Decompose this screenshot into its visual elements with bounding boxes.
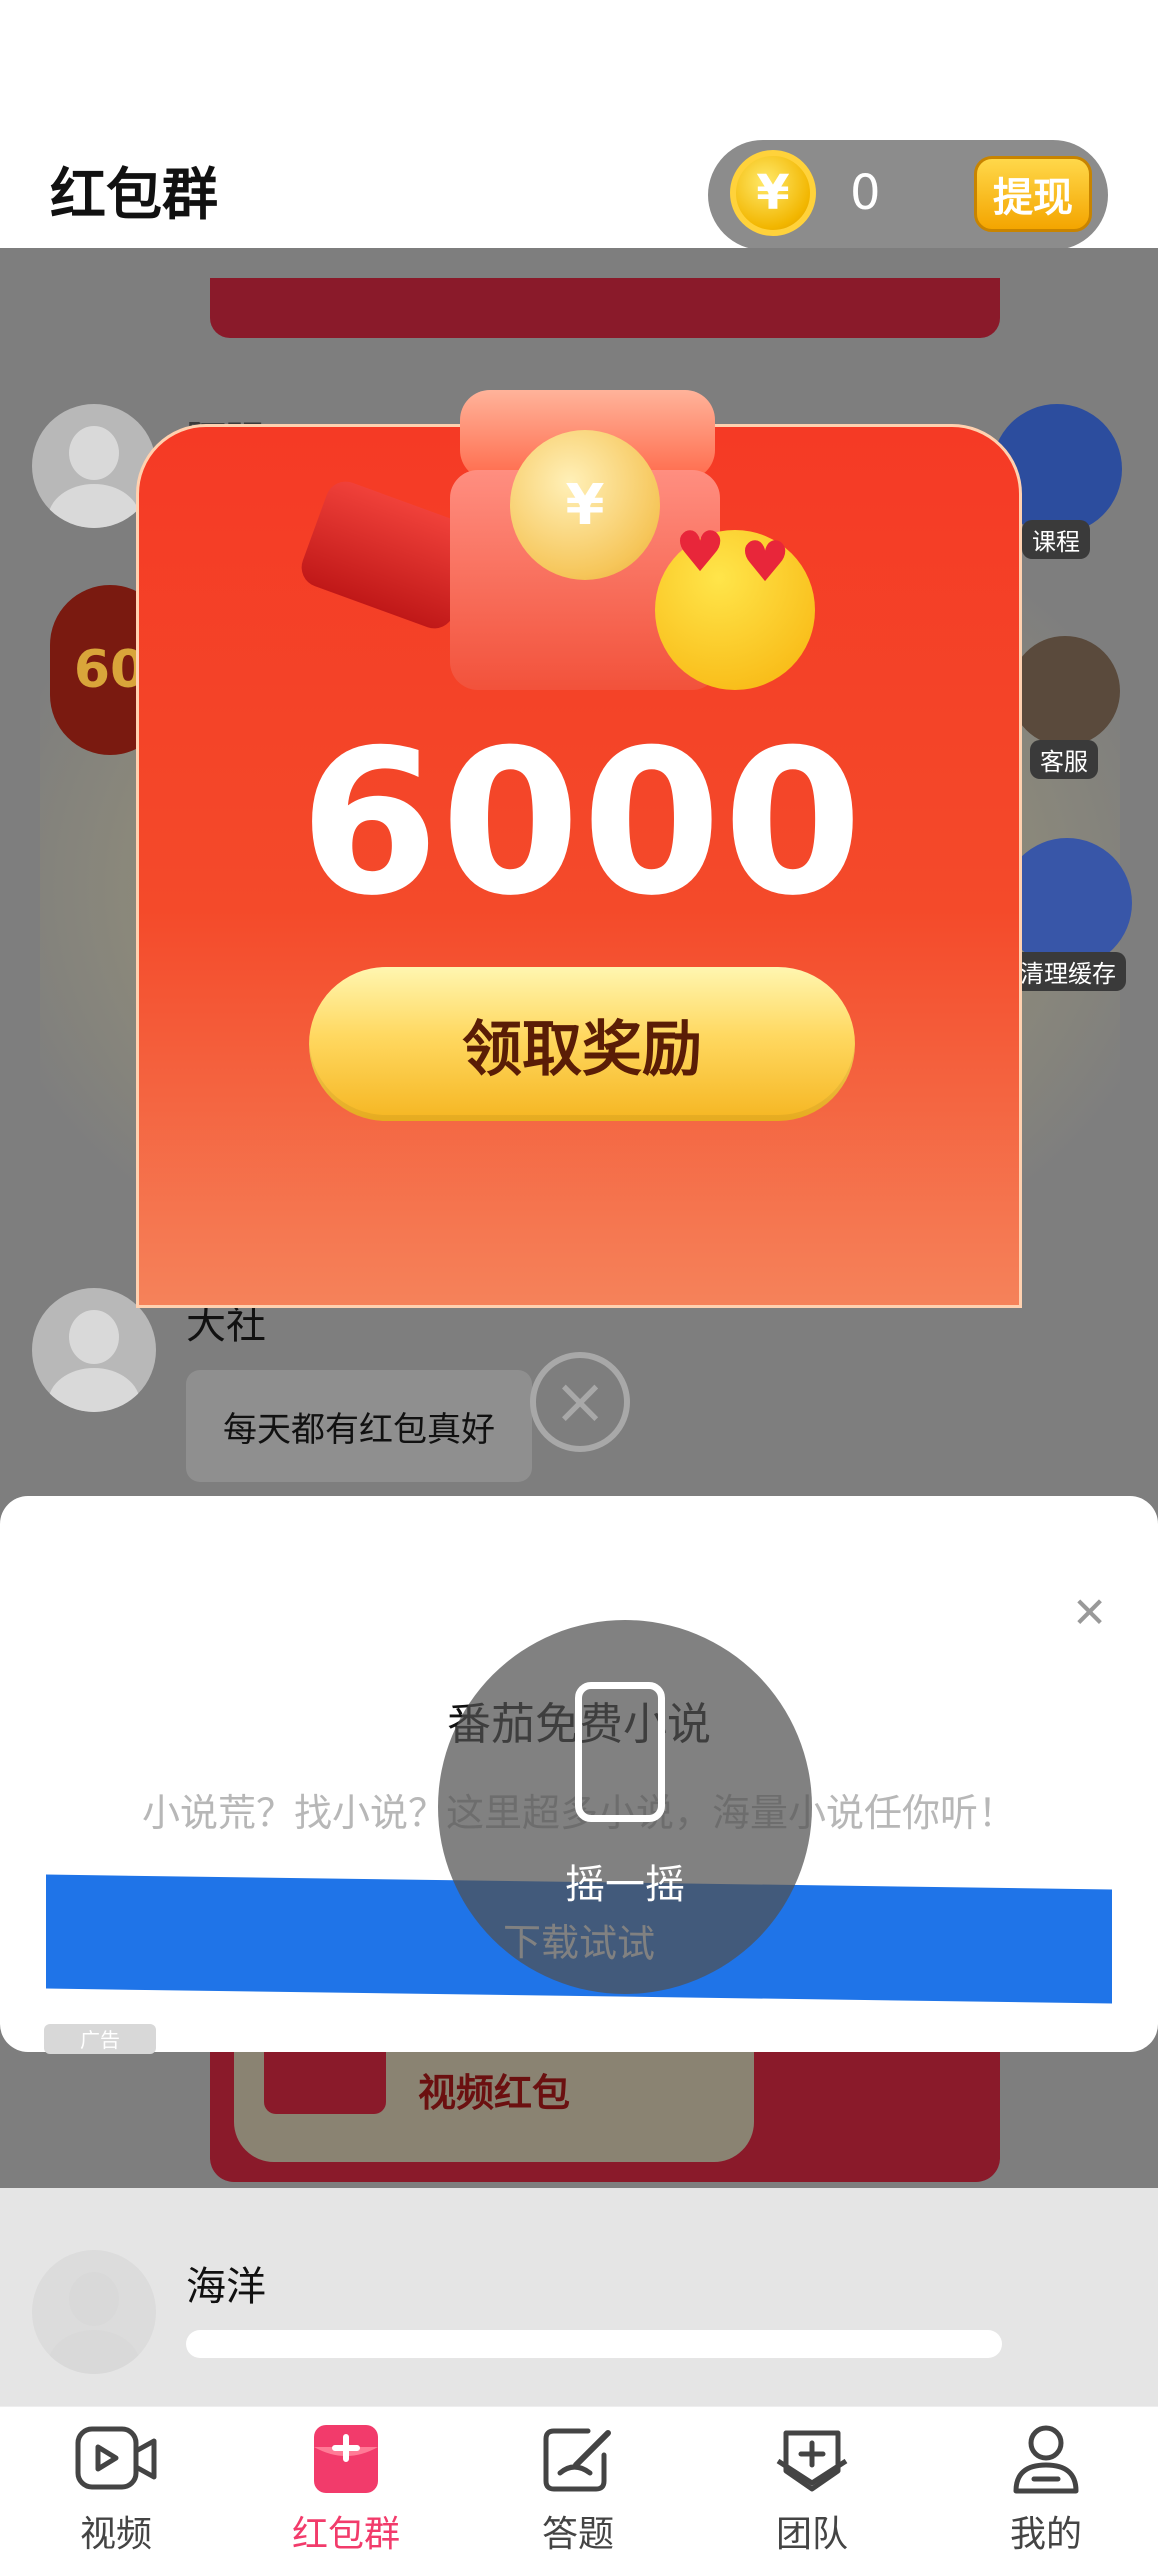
clear-cache-label: 清理缓存 bbox=[1010, 952, 1126, 991]
claim-reward-button[interactable]: 领取奖励 bbox=[309, 967, 855, 1121]
gift-box-illustration: ¥ ♥ ♥ bbox=[296, 310, 820, 690]
coin-icon: ¥ bbox=[730, 150, 816, 236]
tab-label: 答题 bbox=[541, 2514, 614, 2555]
customer-service-button[interactable] bbox=[1010, 636, 1120, 746]
chat-row bbox=[0, 2188, 1158, 2406]
tab-team[interactable]: 团队 bbox=[732, 2407, 892, 2560]
quiz-icon bbox=[543, 2428, 611, 2492]
ad-tag: 广告 bbox=[44, 2024, 156, 2054]
shake-label: 摇一摇 bbox=[565, 1862, 685, 1908]
chat-message bbox=[186, 2330, 1002, 2358]
tab-quiz[interactable]: 答题 bbox=[498, 2407, 658, 2560]
course-label: 课程 bbox=[1022, 520, 1090, 559]
tab-redpacket-group[interactable]: 红包群 bbox=[266, 2407, 426, 2560]
coin-icon: ¥ bbox=[510, 430, 660, 580]
withdraw-button[interactable]: 提现 bbox=[974, 156, 1092, 232]
page-title: 红包群 bbox=[50, 163, 218, 228]
close-icon[interactable]: ✕ bbox=[1072, 1588, 1107, 1637]
video-icon bbox=[75, 2426, 157, 2490]
tab-label: 视频 bbox=[79, 2514, 152, 2555]
customer-service-label: 客服 bbox=[1030, 740, 1098, 779]
redpacket-icon bbox=[264, 2052, 386, 2114]
profile-icon bbox=[1013, 2425, 1079, 2494]
shake-phone-icon bbox=[575, 1682, 665, 1822]
tab-video[interactable]: 视频 bbox=[36, 2407, 196, 2560]
video-redpacket-label: 视频红包 bbox=[418, 2071, 571, 2115]
top-bar: 红包群 ¥ 0 提现 bbox=[0, 0, 1158, 250]
chat-username: 海洋 bbox=[186, 2264, 266, 2310]
page: 红包群 ¥ 0 提现 阿强 60 课程 客服 清理缓存 大社 每天都有红包真好 … bbox=[0, 0, 1158, 2560]
chat-message: 每天都有红包真好 bbox=[186, 1370, 532, 1482]
reward-amount: 6000 bbox=[299, 707, 865, 940]
bottom-tab-bar: 视频 红包群 答题 团队 我的 bbox=[0, 2406, 1158, 2560]
avatar[interactable] bbox=[32, 2250, 156, 2374]
heart-eyes-emoji-icon: ♥ ♥ bbox=[655, 520, 815, 690]
tab-profile[interactable]: 我的 bbox=[966, 2407, 1126, 2560]
team-icon bbox=[776, 2430, 848, 2492]
heart-icon: ♥ bbox=[675, 520, 726, 585]
close-popup-button[interactable]: × bbox=[530, 1352, 630, 1452]
redpacket-icon bbox=[314, 2425, 378, 2493]
coin-balance: 0 bbox=[850, 165, 881, 221]
tab-label: 红包群 bbox=[291, 2514, 400, 2555]
heart-icon: ♥ bbox=[740, 530, 791, 595]
tab-label: 团队 bbox=[775, 2514, 848, 2555]
tab-label: 我的 bbox=[1009, 2514, 1082, 2555]
